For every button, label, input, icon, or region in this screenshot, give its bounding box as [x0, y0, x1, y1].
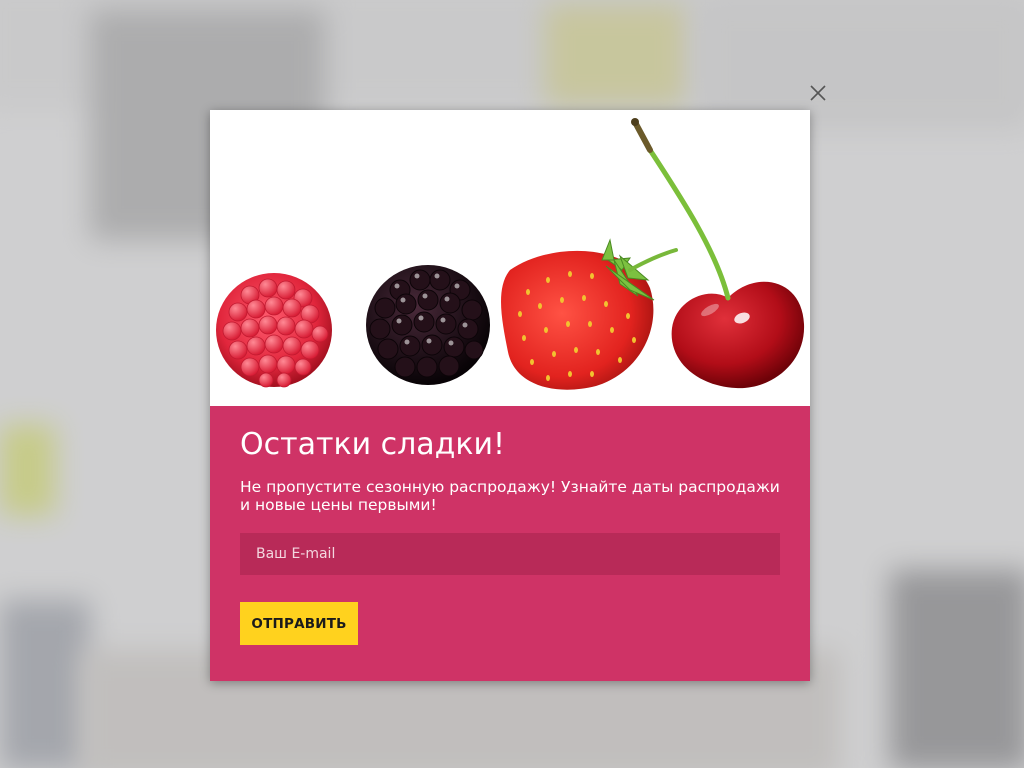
cherry [631, 118, 805, 389]
popup-description: Не пропустите сезонную распродажу! Узнай… [240, 478, 780, 514]
raspberry [216, 273, 332, 388]
newsletter-popup: Остатки сладки! Не пропустите сезонную р… [210, 110, 810, 681]
submit-button[interactable]: ОТПРАВИТЬ [240, 602, 358, 645]
strawberry [501, 238, 678, 390]
berries-photo [210, 110, 810, 406]
close-icon[interactable] [806, 81, 830, 105]
popup-title: Остатки сладки! [240, 427, 506, 462]
email-field[interactable] [240, 533, 780, 575]
blackberry [366, 265, 490, 385]
